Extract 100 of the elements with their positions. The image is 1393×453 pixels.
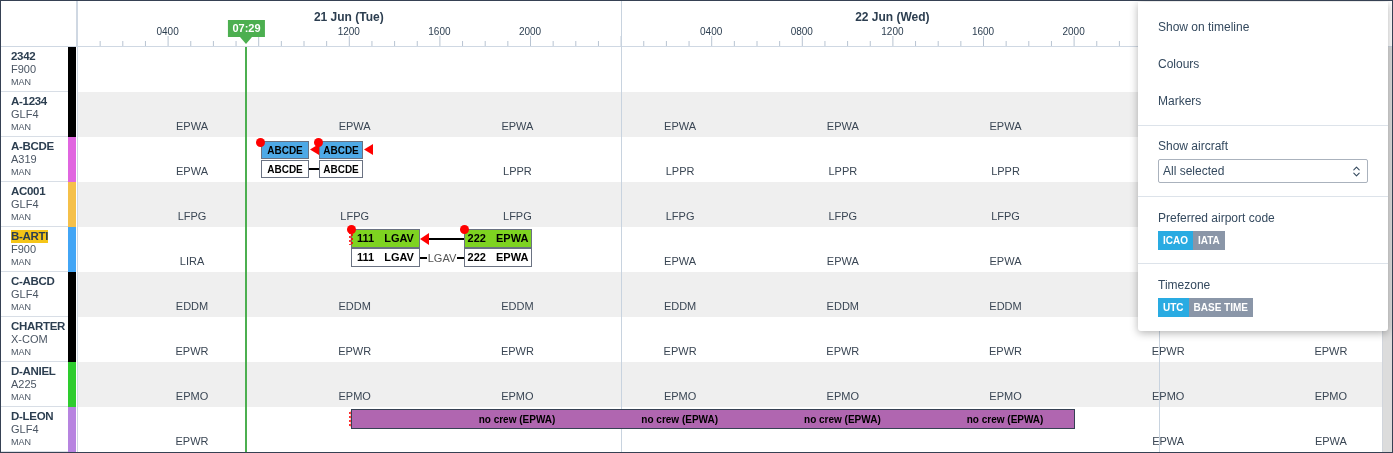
menu-item[interactable]: Colours: [1138, 45, 1388, 82]
duty-label: no crew (EPWA): [478, 412, 556, 427]
airport-label: EPMO: [338, 389, 371, 404]
time-tick-label: 2000: [518, 25, 542, 39]
time-tick-label: 2000: [1062, 25, 1085, 39]
time-tick-label: 0400: [700, 25, 723, 39]
aircraft-registration[interactable]: A-1234: [11, 95, 47, 108]
aircraft-base: MAN: [11, 166, 32, 179]
aircraft-registration[interactable]: D-LEON: [11, 410, 54, 423]
aircraft-type: A225: [11, 378, 38, 391]
airport-label: EDDM: [826, 299, 859, 314]
aircraft-base: MAN: [11, 121, 32, 134]
time-tick-label: 0800: [790, 25, 813, 39]
aircraft-registration[interactable]: B-ARTI: [11, 230, 49, 243]
flight-block[interactable]: 222 EPWA: [464, 229, 532, 248]
duty-label: no crew (EPWA): [966, 412, 1044, 427]
aircraft-type: GLF4: [11, 288, 40, 301]
flight-block[interactable]: ABCDE: [261, 141, 309, 159]
flight-block[interactable]: 222 EPWA: [464, 248, 532, 267]
aircraft-type: F900: [11, 63, 38, 76]
aircraft-registration[interactable]: 2342: [11, 50, 36, 63]
aircraft-type: A319: [11, 153, 38, 166]
flight-block[interactable]: ABCDE: [319, 160, 363, 178]
airport-label: EPMO: [989, 389, 1022, 404]
time-tick-label: 1200: [337, 25, 360, 39]
airport-label: EPWA: [826, 119, 859, 134]
menu-item[interactable]: Show on timeline: [1138, 8, 1388, 45]
airport-label: EPWA: [989, 119, 1022, 134]
airport-label: EDDM: [501, 299, 534, 314]
flight-block[interactable]: 111 LGAV: [351, 248, 420, 267]
airport-label: EDDM: [338, 299, 371, 314]
aircraft-type: F900: [11, 243, 38, 256]
airport-label: EPMO: [663, 389, 697, 404]
duty-label: no crew (EPWA): [641, 412, 719, 427]
aircraft-registration[interactable]: AC001: [11, 185, 46, 198]
menu-item[interactable]: Markers: [1138, 82, 1388, 119]
airport-label: EPWA: [501, 119, 534, 134]
aircraft-type: GLF4: [11, 423, 40, 436]
airport-label: LFPG: [991, 209, 1020, 224]
airport-label: EPWR: [1314, 344, 1348, 359]
aircraft-base: MAN: [11, 76, 32, 89]
select-field[interactable]: All selected: [1158, 159, 1368, 183]
airport-label: EPWR: [989, 344, 1022, 359]
airport-label: LPPR: [991, 164, 1020, 179]
chevrons-icon: [1350, 164, 1363, 178]
airport-label: EPMO: [175, 389, 209, 404]
airport-label: EPWA: [338, 119, 371, 134]
aircraft-registration[interactable]: A-BCDE: [11, 140, 54, 153]
aircraft-base: MAN: [11, 211, 32, 224]
airport-label: EPMO: [826, 389, 859, 404]
airport-label: EPWA: [176, 164, 208, 179]
airport-label: EDDM: [989, 299, 1022, 314]
airport-label: EPWA: [664, 254, 697, 269]
airport-label: EPMO: [1152, 389, 1185, 404]
airport-label: EPWR: [500, 344, 534, 359]
airport-label: EPWA: [826, 254, 859, 269]
airport-label: EPWA: [176, 119, 208, 134]
aircraft-registration[interactable]: CHARTER: [11, 320, 66, 333]
time-tick-label: 1600: [971, 25, 995, 39]
airport-label: LFPG: [828, 209, 858, 224]
zigzag-icon: [349, 231, 353, 245]
airport-label: LFPG: [503, 209, 532, 224]
airport-label: EPMO: [1314, 389, 1348, 404]
aircraft-type: GLF4: [11, 198, 40, 211]
marker-triangle-icon: [364, 144, 373, 155]
airport-label: EPWA: [989, 254, 1022, 269]
airport-label: LIRA: [179, 254, 205, 269]
section-label: Show aircraft: [1158, 138, 1230, 155]
airport-label: EPWR: [826, 344, 860, 359]
aircraft-base: MAN: [11, 256, 32, 269]
airport-label: LPPR: [828, 164, 858, 179]
aircraft-type: GLF4: [11, 108, 40, 121]
duty-bar[interactable]: no crew (EPWA) no crew (EPWA) no crew (EPWA) no crew (EPWA): [351, 409, 1075, 429]
time-tick-label: 1200: [881, 25, 904, 39]
zigzag-icon: [349, 411, 353, 427]
airport-label: EPWR: [175, 344, 209, 359]
aircraft-registration[interactable]: C-ABCD: [11, 275, 55, 288]
airport-label: LPPR: [665, 164, 695, 179]
airport-label: LFPG: [340, 209, 370, 224]
aircraft-base: MAN: [11, 391, 32, 404]
airport-label: EPWR: [338, 344, 372, 359]
flight-block[interactable]: 111 LGAV: [351, 229, 420, 248]
airport-label: LFPG: [665, 209, 695, 224]
airport-label: EPMO: [501, 389, 534, 404]
aircraft-base: MAN: [11, 301, 32, 314]
flight-block[interactable]: ABCDE: [319, 141, 363, 159]
date-heading: 21 Jun (Tue): [313, 9, 384, 26]
gap-label: LGAV: [427, 251, 457, 266]
aircraft-base: MAN: [11, 346, 32, 359]
airport-label: EDDM: [663, 299, 697, 314]
airport-label: EPWA: [1152, 434, 1185, 449]
airport-label: LPPR: [503, 164, 532, 179]
airport-label: EPWA: [1314, 434, 1347, 449]
flight-block[interactable]: ABCDE: [261, 160, 309, 178]
airport-label: EDDM: [175, 299, 209, 314]
section-label: Timezone: [1158, 277, 1212, 294]
time-tick-label: 0400: [156, 25, 179, 39]
date-heading: 22 Jun (Wed): [855, 9, 930, 26]
aircraft-registration[interactable]: D-ANIEL: [11, 365, 56, 378]
aircraft-type: X-COM: [11, 333, 49, 346]
